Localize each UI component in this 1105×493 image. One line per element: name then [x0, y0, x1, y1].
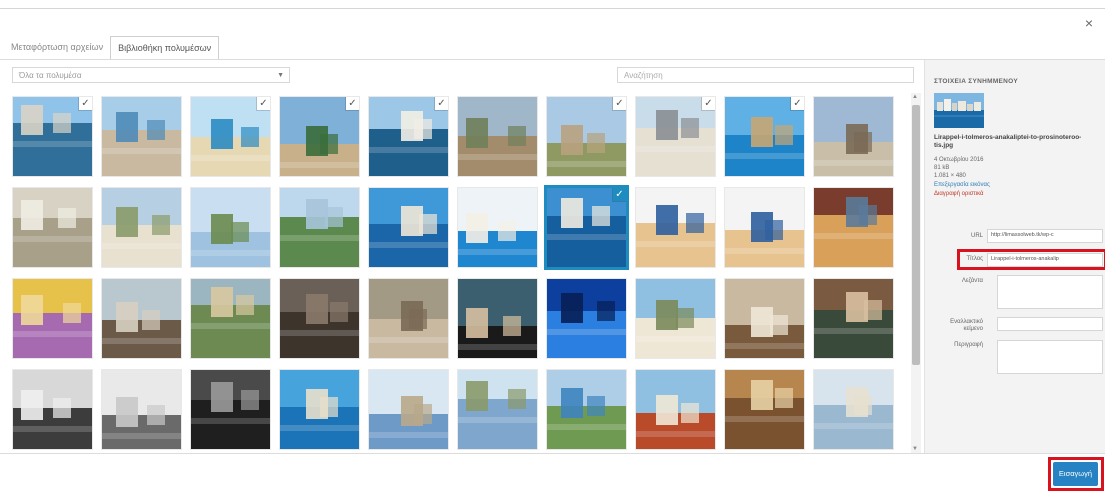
attachment-dimensions: 1.081 × 480: [934, 173, 966, 179]
media-thumbnail[interactable]: [635, 278, 716, 359]
media-thumbnail[interactable]: [368, 369, 449, 450]
media-thumbnail[interactable]: [190, 369, 271, 450]
media-modal: × Μεταφόρτωση αρχείων Βιβλιοθήκη πολυμέσ…: [0, 0, 1105, 493]
filter-value: Όλα τα πολυμέσα: [19, 71, 82, 80]
checkmark-icon[interactable]: ✓: [257, 97, 270, 110]
attachment-thumbnail: [934, 93, 984, 128]
tab-bar: Μεταφόρτωση αρχείων Βιβλιοθήκη πολυμέσων: [4, 36, 220, 60]
chevron-up-icon[interactable]: ▲: [912, 94, 918, 100]
media-thumbnail[interactable]: ✓: [546, 96, 627, 177]
media-thumbnail[interactable]: [12, 187, 93, 268]
media-thumbnail[interactable]: [101, 278, 182, 359]
media-thumbnail[interactable]: [12, 369, 93, 450]
description-label: Περιγραφή: [954, 342, 983, 348]
media-thumbnail[interactable]: [279, 278, 360, 359]
checkmark-icon[interactable]: ✓: [791, 97, 804, 110]
media-thumbnail[interactable]: [279, 187, 360, 268]
delete-permanently-link[interactable]: Διαγραφή οριστικά: [934, 191, 983, 197]
caption-label: Λεζάντα: [961, 278, 983, 284]
chevron-down-icon[interactable]: ▼: [912, 446, 918, 452]
tab-library[interactable]: Βιβλιοθήκη πολυμέσων: [110, 36, 220, 60]
media-thumbnail[interactable]: [457, 187, 538, 268]
divider: [0, 453, 1105, 454]
media-thumbnail[interactable]: [635, 187, 716, 268]
media-thumbnail[interactable]: [813, 278, 894, 359]
media-thumbnail[interactable]: [190, 278, 271, 359]
divider: [0, 8, 1105, 9]
highlight-box: [957, 249, 1105, 270]
media-thumbnail[interactable]: [190, 187, 271, 268]
media-thumbnail[interactable]: [724, 278, 805, 359]
alt-text-label: Εναλλακτικό κείμενο: [950, 319, 983, 332]
media-thumbnail[interactable]: [724, 187, 805, 268]
media-grid: ✓ ✓ ✓ ✓ ✓ ✓ ✓ ✓: [12, 96, 900, 454]
media-thumbnail[interactable]: [813, 369, 894, 450]
media-thumbnail[interactable]: ✓: [12, 96, 93, 177]
media-thumbnail[interactable]: ✓: [279, 96, 360, 177]
chevron-down-icon: ▼: [277, 72, 284, 79]
checkmark-icon[interactable]: ✓: [702, 97, 715, 110]
media-thumbnail[interactable]: [368, 278, 449, 359]
url-field[interactable]: http://limassolweb.tk/wp-c: [987, 229, 1103, 243]
scrollbar-thumb[interactable]: [912, 105, 920, 365]
media-thumbnail[interactable]: [813, 96, 894, 177]
media-thumbnail[interactable]: [635, 369, 716, 450]
edit-image-link[interactable]: Επεξεργασία εικόνας: [934, 182, 990, 188]
media-thumbnail[interactable]: [101, 96, 182, 177]
checkmark-icon[interactable]: ✓: [613, 188, 626, 201]
media-thumbnail[interactable]: [457, 278, 538, 359]
media-thumbnail[interactable]: [813, 187, 894, 268]
media-thumbnail[interactable]: ✓: [544, 185, 629, 270]
media-filter-select[interactable]: Όλα τα πολυμέσα ▼: [12, 67, 290, 83]
attachment-date: 4 Οκτωβρίου 2016: [934, 157, 984, 163]
close-icon[interactable]: ×: [1085, 16, 1093, 30]
media-thumbnail[interactable]: [279, 369, 360, 450]
tab-upload[interactable]: Μεταφόρτωση αρχείων: [4, 36, 110, 60]
highlight-box: [1048, 457, 1104, 491]
media-thumbnail[interactable]: [724, 369, 805, 450]
details-title: ΣΤΟΙΧΕΙΑ ΣΥΝΗΜΜΕΝΟΥ: [934, 78, 1018, 85]
media-thumbnail[interactable]: ✓: [724, 96, 805, 177]
media-thumbnail[interactable]: ✓: [635, 96, 716, 177]
search-input[interactable]: Αναζήτηση: [617, 67, 914, 83]
media-thumbnail[interactable]: ✓: [190, 96, 271, 177]
media-thumbnail[interactable]: [12, 278, 93, 359]
media-thumbnail[interactable]: [101, 369, 182, 450]
scrollbar[interactable]: ▲ ▼: [911, 93, 921, 453]
description-field[interactable]: [997, 340, 1103, 374]
media-thumbnail[interactable]: [457, 369, 538, 450]
caption-field[interactable]: [997, 275, 1103, 309]
url-label: URL: [970, 233, 983, 239]
checkmark-icon[interactable]: ✓: [613, 97, 626, 110]
checkmark-icon[interactable]: ✓: [435, 97, 448, 110]
attachment-size: 81 kB: [934, 165, 950, 171]
media-thumbnail[interactable]: [101, 187, 182, 268]
media-thumbnail[interactable]: [368, 187, 449, 268]
media-thumbnail[interactable]: [546, 278, 627, 359]
checkmark-icon[interactable]: ✓: [346, 97, 359, 110]
media-thumbnail[interactable]: [546, 369, 627, 450]
attachment-filename: Lirappel-i-tolmeros-anakaliptei-to-prosi…: [934, 134, 1082, 149]
alt-text-field[interactable]: [997, 317, 1103, 331]
media-thumbnail[interactable]: [457, 96, 538, 177]
checkmark-icon[interactable]: ✓: [79, 97, 92, 110]
media-thumbnail[interactable]: ✓: [368, 96, 449, 177]
attachment-details: ΣΤΟΙΧΕΙΑ ΣΥΝΗΜΜΕΝΟΥ Lirappel-i-tolmeros-…: [924, 60, 1105, 453]
